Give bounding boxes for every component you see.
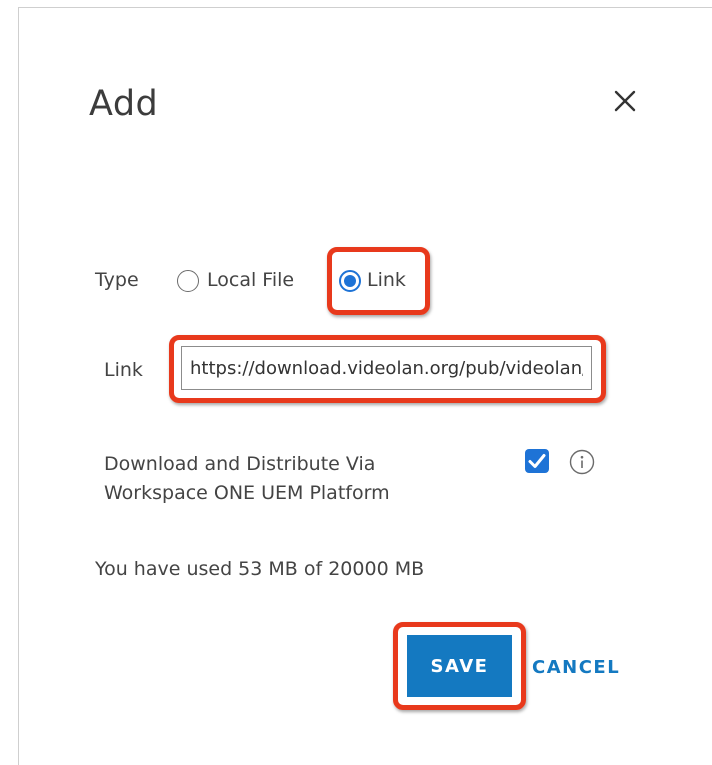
radio-local-file[interactable]: [177, 270, 199, 292]
radio-link[interactable]: [339, 270, 361, 292]
close-icon[interactable]: [610, 86, 640, 116]
type-label: Type: [95, 269, 139, 291]
storage-usage-text: You have used 53 MB of 20000 MB: [95, 558, 425, 580]
radio-local-file-label[interactable]: Local File: [207, 269, 294, 291]
radio-link-label[interactable]: Link: [367, 269, 406, 291]
dialog-border-top: [18, 7, 712, 8]
save-button[interactable]: SAVE: [407, 635, 512, 697]
dialog-border-left: [18, 7, 19, 765]
dialog-title: Add: [89, 84, 159, 124]
distribute-checkbox[interactable]: [525, 449, 549, 473]
distribute-label-line1: Download and Distribute Via: [104, 453, 376, 475]
link-input[interactable]: [181, 346, 592, 390]
distribute-label-line2: Workspace ONE UEM Platform: [104, 482, 390, 504]
info-icon[interactable]: [569, 449, 595, 475]
cancel-button[interactable]: CANCEL: [532, 652, 620, 682]
link-label: Link: [104, 359, 143, 381]
